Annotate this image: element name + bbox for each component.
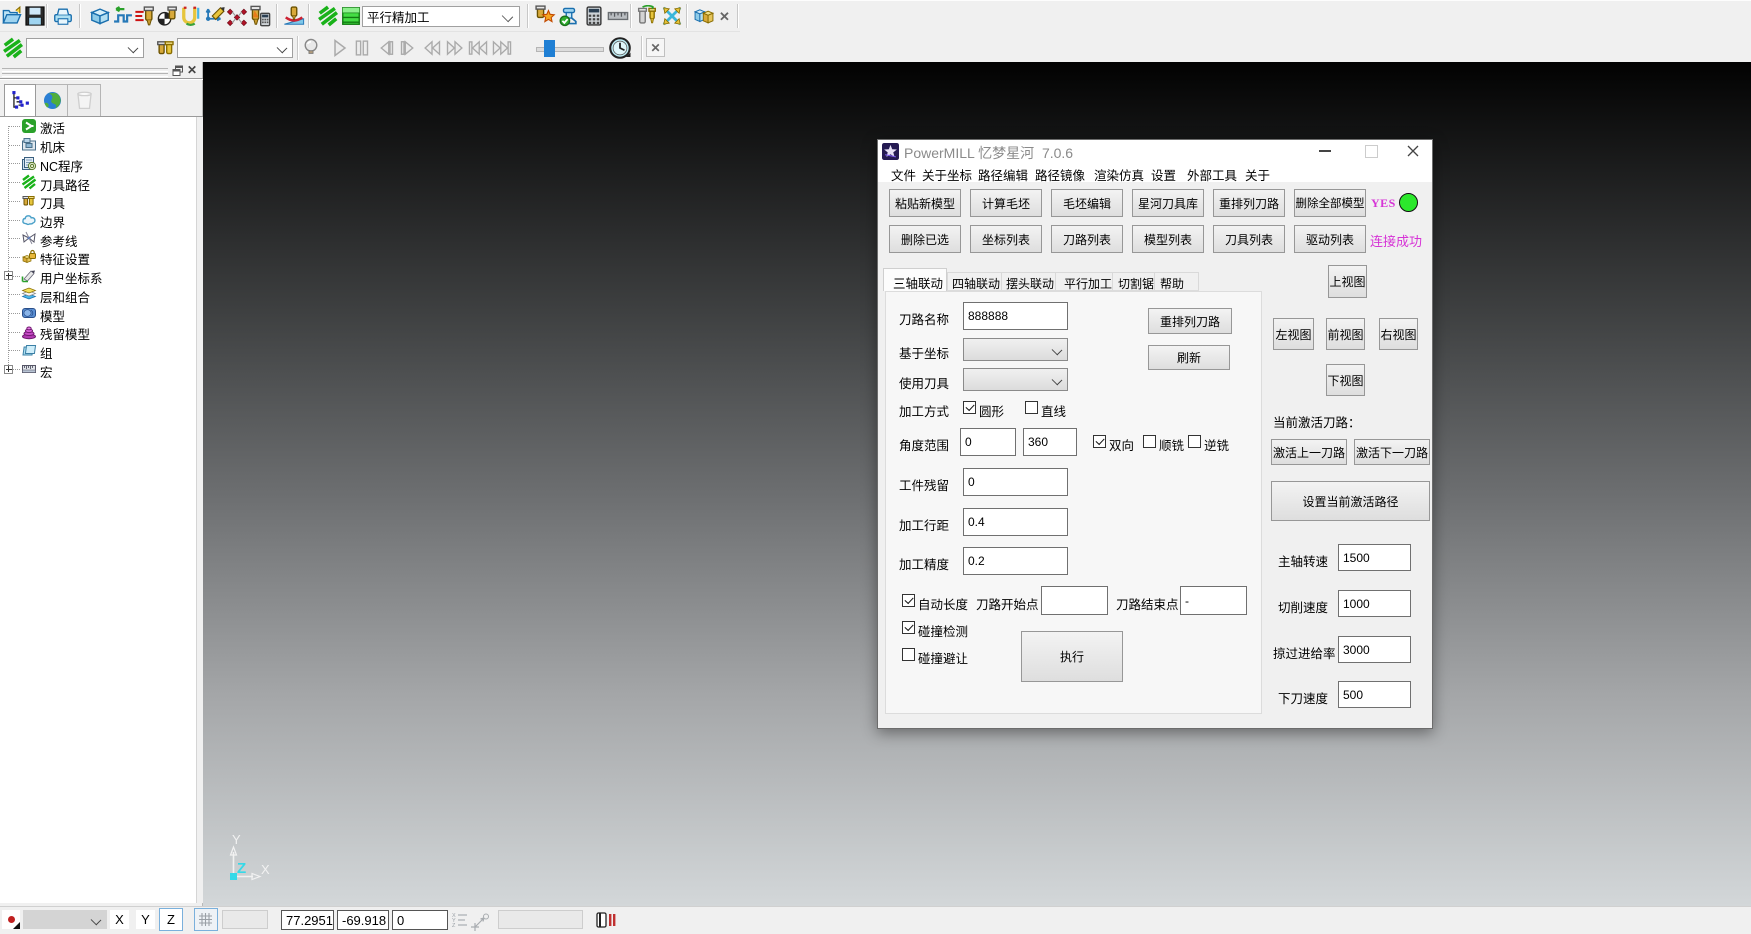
svg-text:Z: Z [237,860,246,877]
svg-text:Y: Y [232,832,241,847]
svg-text:X: X [261,862,270,877]
